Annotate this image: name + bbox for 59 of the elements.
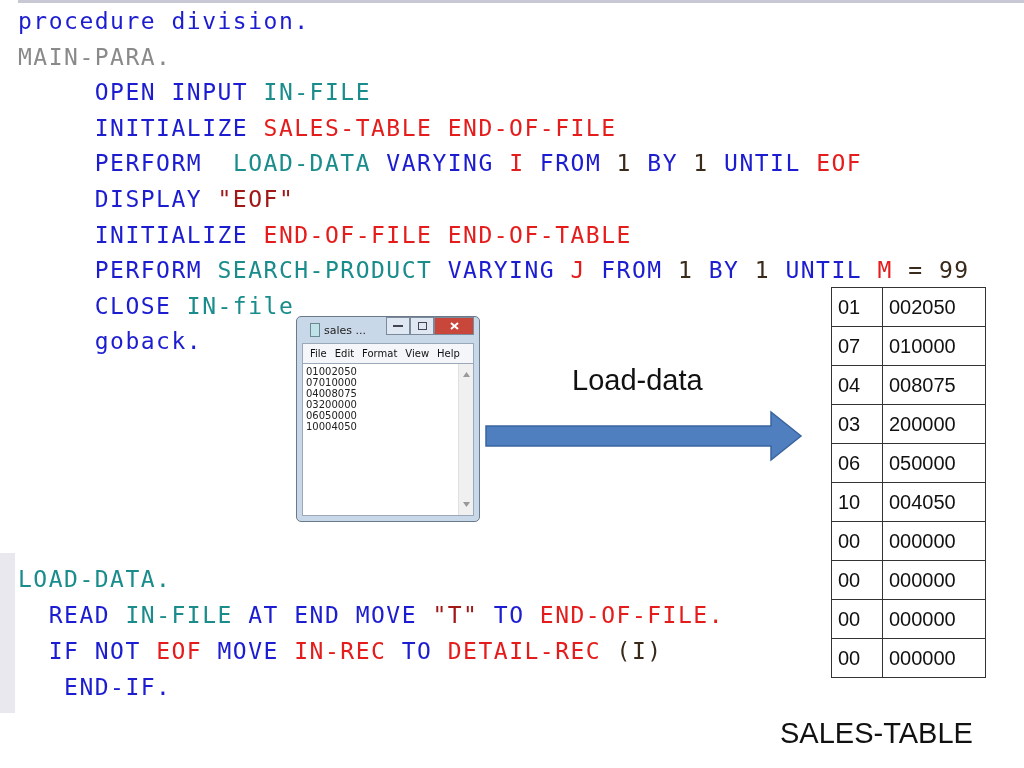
table-cell: 010000 <box>882 326 986 366</box>
code-line: INITIALIZE SALES-TABLE END-OF-FILE <box>93 113 617 143</box>
table-cell: 00 <box>831 521 883 561</box>
table-cell: 01 <box>831 287 883 327</box>
table-cell: 050000 <box>882 443 986 483</box>
maximize-button[interactable] <box>410 317 434 335</box>
code-line: IF NOT EOF MOVE IN-REC TO DETAIL-REC (I) <box>47 637 663 666</box>
scrollbar[interactable] <box>458 364 473 515</box>
text-line: 01002050 <box>306 366 358 377</box>
menu-item[interactable]: Help <box>433 346 464 361</box>
table-cell: 000000 <box>882 599 986 639</box>
table-cell: 03 <box>831 404 883 444</box>
code-line: READ IN-FILE AT END MOVE "T" TO END-OF-FILE. <box>47 601 724 630</box>
table-cell: 04 <box>831 365 883 405</box>
arrow-label: Load-data <box>572 364 703 397</box>
menu-item[interactable]: Format <box>358 346 402 361</box>
window-title: sales ... <box>324 323 366 337</box>
scroll-up-icon[interactable] <box>462 372 470 377</box>
right-arrow-icon <box>485 410 803 462</box>
table-cell: 002050 <box>882 287 986 327</box>
menu-item[interactable]: View <box>401 346 434 361</box>
minimize-icon <box>393 324 403 328</box>
close-icon <box>449 322 459 330</box>
table-cell: 10 <box>831 482 883 522</box>
table-cell: 200000 <box>882 404 986 444</box>
table-cell: 06 <box>831 443 883 483</box>
minimize-button[interactable] <box>386 317 410 335</box>
table-cell: 000000 <box>882 560 986 600</box>
code-line: CLOSE IN-file <box>93 291 295 321</box>
text-line: 07010000 <box>306 377 358 388</box>
table-cell: 00 <box>831 638 883 678</box>
table-caption: SALES-TABLE <box>780 717 973 750</box>
notepad-icon <box>310 323 320 337</box>
text-line: 04008075 <box>306 388 358 399</box>
table-cell: 000000 <box>882 638 986 678</box>
text-line: 06050000 <box>306 410 358 421</box>
scroll-down-icon[interactable] <box>462 502 470 507</box>
table-cell: 000000 <box>882 521 986 561</box>
table-cell: 004050 <box>882 482 986 522</box>
code-line: END-IF. <box>63 673 172 702</box>
code-line: PERFORM SEARCH-PRODUCT VARYING J FROM 1 BY 1 UNTIL M = 99 <box>93 256 970 286</box>
code-line: OPEN INPUT IN-FILE <box>93 78 371 108</box>
code-line: MAIN-PARA. <box>18 42 172 72</box>
table-cell: 07 <box>831 326 883 366</box>
table-cell: 00 <box>831 560 883 600</box>
table-cell: 008075 <box>882 365 986 405</box>
code-line: goback. <box>93 327 203 357</box>
table-cell: 00 <box>831 599 883 639</box>
code-line: procedure division. <box>18 7 310 36</box>
text-line: 10004050 <box>306 421 358 432</box>
code-line: INITIALIZE END-OF-FILE END-OF-TABLE <box>93 220 632 250</box>
code-line: PERFORM LOAD-DATA VARYING I FROM 1 BY 1 UNTIL EOF <box>93 149 863 179</box>
code-line: DISPLAY "EOF" <box>93 184 295 214</box>
menu-item[interactable]: Edit <box>330 346 359 361</box>
close-button[interactable] <box>434 317 474 335</box>
text-line: 03200000 <box>306 399 358 410</box>
menu-item[interactable]: File <box>306 346 331 361</box>
maximize-icon <box>417 322 427 330</box>
code-line: LOAD-DATA. <box>18 565 172 594</box>
